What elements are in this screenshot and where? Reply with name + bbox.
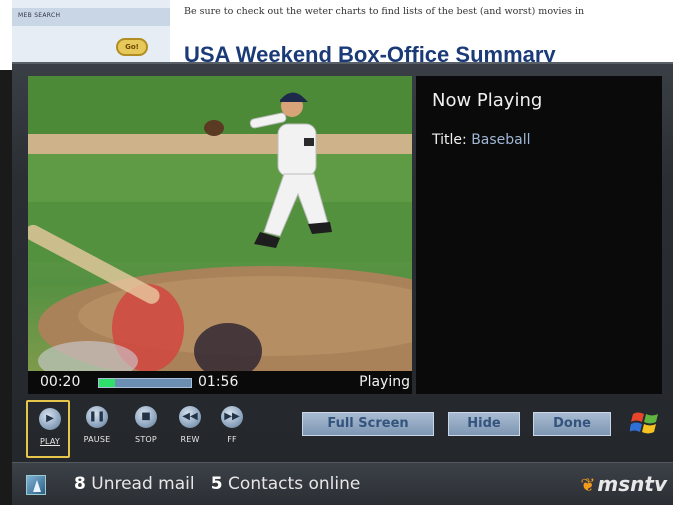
title-row: Title: Baseball: [432, 132, 531, 148]
background-go-button: Go!: [116, 38, 148, 56]
pause-button[interactable]: ❚❚ PAUSE: [75, 400, 119, 458]
msntv-logo: ❦ msntv: [580, 472, 667, 496]
msntv-logo-text: msntv: [597, 472, 667, 496]
pause-label: PAUSE: [83, 435, 111, 444]
playback-state: Playing: [359, 374, 410, 390]
unread-label: Unread mail: [91, 474, 195, 494]
play-label: PLAY: [39, 437, 60, 446]
mail-contacts-status[interactable]: 8 Unread mail 5 Contacts online: [74, 474, 360, 494]
rewind-label: REW: [180, 435, 200, 444]
fast-forward-label: FF: [227, 435, 237, 444]
current-time: 00:20: [40, 374, 81, 390]
video-player-window: Now Playing Title: Baseball 00:20 01:56 …: [12, 62, 673, 462]
stop-label: STOP: [135, 435, 157, 444]
fast-forward-button[interactable]: ▶▶ FF: [210, 400, 254, 458]
video-frame[interactable]: [28, 76, 412, 371]
total-time: 01:56: [198, 374, 239, 390]
title-value: Baseball: [471, 132, 531, 148]
rewind-icon: ◀◀: [179, 406, 201, 428]
progress-bar[interactable]: [98, 378, 192, 388]
video-image: [28, 76, 412, 371]
now-playing-panel: Now Playing Title: Baseball: [416, 76, 662, 394]
play-button[interactable]: ▶ PLAY: [26, 400, 70, 458]
background-sidebar: MEB SEARCH Go!: [12, 0, 170, 70]
unread-count: 8: [74, 474, 86, 494]
background-search-label: MEB SEARCH: [12, 8, 170, 26]
msntv-status-bar: 8 Unread mail 5 Contacts online ❦ msntv: [12, 462, 673, 505]
background-note: Be sure to check out the weter charts to…: [184, 6, 585, 17]
pause-icon: ❚❚: [86, 406, 108, 428]
windows-logo-icon: [630, 412, 658, 434]
fast-forward-icon: ▶▶: [221, 406, 243, 428]
stop-icon: ■: [135, 406, 157, 428]
hide-button[interactable]: Hide: [448, 412, 520, 436]
rewind-button[interactable]: ◀◀ REW: [168, 400, 212, 458]
background-webpage: MEB SEARCH Go! Be sure to check out the …: [0, 0, 673, 70]
user-picture-icon[interactable]: [26, 475, 46, 495]
stop-button[interactable]: ■ STOP: [124, 400, 168, 458]
play-icon: ▶: [39, 408, 61, 430]
title-label: Title:: [432, 132, 467, 148]
done-button[interactable]: Done: [533, 412, 611, 436]
contacts-label: Contacts online: [228, 474, 361, 494]
msn-butterfly-icon: ❦: [580, 475, 596, 496]
now-playing-heading: Now Playing: [432, 90, 543, 111]
contacts-count: 5: [210, 474, 223, 494]
progress-fill: [99, 379, 115, 387]
full-screen-button[interactable]: Full Screen: [302, 412, 434, 436]
playback-status-bar: 00:20 01:56 Playing: [28, 371, 412, 394]
